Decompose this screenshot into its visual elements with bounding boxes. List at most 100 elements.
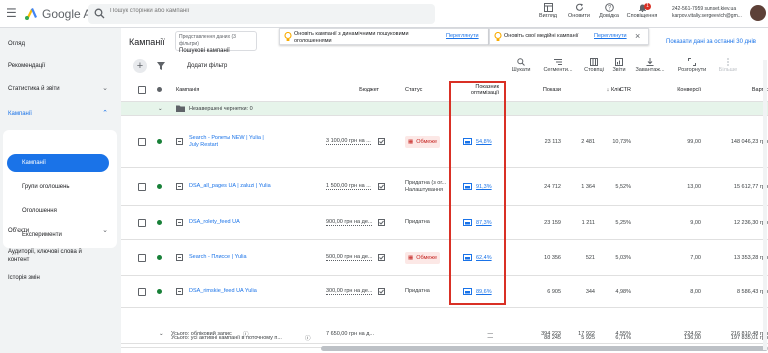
notification-text: Оновіть кампанії з динамічними пошуковим… xyxy=(294,31,409,44)
search-input[interactable] xyxy=(110,8,410,14)
status-cell[interactable]: Придатна (з ог... Налаштування xyxy=(405,168,451,205)
sidebar-item-audiences[interactable]: Аудиторії, ключові слова й контент xyxy=(8,248,98,264)
sidebar-item-objects[interactable]: Об'єкти ⌄ xyxy=(8,227,114,235)
close-icon[interactable]: × xyxy=(635,32,640,41)
row-checkbox[interactable] xyxy=(138,168,146,205)
tool-label: Розгорнути xyxy=(677,67,707,73)
campaign-name-link[interactable]: Search - Ролеты NEW | Yulia | July Resta… xyxy=(189,116,273,167)
sidebar-subitem-label: Групи оголошень xyxy=(22,184,70,190)
add-filter-button[interactable]: Додати фільтр xyxy=(187,63,227,69)
row-checkbox[interactable] xyxy=(138,116,146,167)
status-dot xyxy=(157,240,162,275)
conversions-cell: 9,00 xyxy=(690,219,701,226)
sidebar-item-stats[interactable]: Статистика й звіти ⌄ xyxy=(8,85,114,93)
sidebar-subitem-ads[interactable]: Оголошення xyxy=(22,207,120,215)
date-range-link[interactable]: Показати дані за останні 30 днів xyxy=(666,39,756,45)
edit-icon[interactable] xyxy=(378,276,385,307)
help-label: Довідка xyxy=(599,13,619,19)
toolbar-refresh-button[interactable]: Оновити xyxy=(563,3,595,19)
select-all-checkbox[interactable] xyxy=(138,78,146,101)
sidebar-subitem-ad-groups[interactable]: Групи оголошень xyxy=(22,183,120,191)
campaign-name-link[interactable]: DSA_all_pages UA | zaluzi | Yulia xyxy=(189,168,273,205)
edit-icon[interactable] xyxy=(378,206,385,239)
filter-icon[interactable] xyxy=(157,62,165,70)
header-impressions[interactable]: Покази xyxy=(516,78,561,101)
status-cell[interactable]: ▦ Обмеже xyxy=(405,240,441,275)
status-cell[interactable]: Придатна xyxy=(405,276,451,307)
status-dot xyxy=(157,116,162,167)
row-checkbox[interactable] xyxy=(138,240,146,275)
edit-icon[interactable] xyxy=(378,168,385,205)
cost-cell: 148 046,23 грн xyxy=(730,138,768,145)
header-status[interactable]: Статус xyxy=(405,78,422,101)
lightbulb-icon xyxy=(284,32,292,41)
search-icon xyxy=(94,8,105,19)
horizontal-scrollbar[interactable] xyxy=(321,346,768,351)
row-checkbox[interactable] xyxy=(138,206,146,239)
sidebar-item-history[interactable]: Історія змін xyxy=(8,274,114,282)
campaign-type-icon xyxy=(176,168,183,205)
budget-cell[interactable]: 1 500,00 грн на ... xyxy=(326,168,371,205)
notification-action-link[interactable]: Переглянути xyxy=(446,33,479,40)
table-row[interactable]: Search - Плиссе | Yulia 500,00 грн на де.… xyxy=(121,240,768,276)
budget-cell[interactable]: 500,00 грн на де... xyxy=(326,240,373,275)
optimization-highlight-box xyxy=(449,81,506,305)
status-text: Обмеже xyxy=(416,254,438,261)
campaign-name-link[interactable]: DSA_rolety_feed UA xyxy=(189,206,273,239)
tool-label: Звіти xyxy=(612,67,626,73)
warning-icon: ▦ xyxy=(408,254,414,261)
cost-cell: 12 236,30 грн xyxy=(733,219,768,226)
budget-cell[interactable]: 900,00 грн на де... xyxy=(326,206,373,239)
conversions-cell: 99,00 xyxy=(687,138,701,145)
search-box[interactable] xyxy=(88,4,435,24)
tool-download-button[interactable]: Завантаж... xyxy=(631,58,669,73)
table-row[interactable]: DSA_all_pages UA | zaluzi | Yulia 1 500,0… xyxy=(121,168,768,206)
table-row[interactable]: DSA_rolety_feed UA 900,00 грн на де... При… xyxy=(121,206,768,240)
drafts-row[interactable]: ⌄ Незавершені чернетки: 0 xyxy=(121,102,768,116)
total-account-row: ⌄ Усього: обліковий запис ⓘ 7 650,00 грн… xyxy=(121,324,768,344)
toolbar-notifications-button[interactable]: Сповіщення 1 xyxy=(626,3,658,19)
add-campaign-button[interactable]: + xyxy=(133,59,147,73)
header-ctr[interactable]: CTR xyxy=(601,78,631,101)
status-cell[interactable]: Придатна xyxy=(405,206,451,239)
help-icon[interactable]: ⓘ xyxy=(243,324,249,343)
budget-cell[interactable]: 300,00 грн на де... xyxy=(326,276,373,307)
vertical-scrollbar[interactable] xyxy=(763,60,767,350)
tool-expand-button[interactable]: Розгорнути xyxy=(673,58,711,73)
header-campaign[interactable]: Кампанія xyxy=(176,78,199,101)
view-selector[interactable]: Представлення даних (3 фільтри) Пошукові… xyxy=(175,31,257,54)
toolbar-help-button[interactable]: ? Довідка xyxy=(593,3,625,19)
menu-icon[interactable]: ☰ xyxy=(6,7,18,19)
header-conversions[interactable]: Конверсії xyxy=(651,78,701,101)
campaign-name-link[interactable]: Search - Плиссе | Yulia xyxy=(189,240,273,275)
tool-segments-button[interactable]: Сегменти... xyxy=(539,58,577,73)
chevron-down-icon[interactable]: ⌄ xyxy=(159,324,164,343)
account-info[interactable]: 242-561-7959 sunset.kiev.ua karpov.vital… xyxy=(672,6,746,20)
budget-cell[interactable]: 3 100,00 грн на ... xyxy=(326,116,371,167)
sidebar-subitem-campaigns[interactable]: Кампанії xyxy=(22,159,120,167)
table-row[interactable]: DSA_rimskie_feed UA Yulia 300,00 грн на д… xyxy=(121,276,768,308)
tool-search-button[interactable]: Шукати xyxy=(502,58,540,73)
campaign-type-icon xyxy=(176,276,183,307)
segments-icon xyxy=(554,59,562,65)
notification-badge: 1 xyxy=(644,3,651,10)
header-budget[interactable]: Бюджет xyxy=(321,78,379,101)
tool-more-button[interactable]: Більше xyxy=(709,58,747,73)
sidebar-item-recommendations[interactable]: Рекомендації xyxy=(8,62,114,70)
campaign-name-link[interactable]: DSA_rimskie_feed UA Yulia xyxy=(189,276,273,307)
sidebar-item-campaigns[interactable]: Кампанії ⌃ xyxy=(8,110,114,118)
row-checkbox[interactable] xyxy=(138,276,146,307)
sidebar-item-overview[interactable]: Огляд xyxy=(8,40,114,48)
total-account-cost: 216 810,48 грн xyxy=(730,330,768,337)
total-account-impressions: 394 223 xyxy=(541,330,561,337)
edit-icon[interactable] xyxy=(378,240,385,275)
table-row[interactable]: Search - Ролеты NEW | Yulia | July Resta… xyxy=(121,116,768,168)
download-icon xyxy=(646,58,654,66)
toolbar-view-button[interactable]: Вигляд xyxy=(532,3,564,19)
chevron-down-icon[interactable]: ⌄ xyxy=(158,102,163,115)
edit-icon[interactable] xyxy=(378,116,385,167)
status-cell[interactable]: ▦ Обмеже xyxy=(405,116,441,167)
avatar[interactable] xyxy=(750,5,766,21)
notification-action-link[interactable]: Переглянути xyxy=(594,33,627,40)
header-cost[interactable]: Вартіс xyxy=(721,78,768,101)
